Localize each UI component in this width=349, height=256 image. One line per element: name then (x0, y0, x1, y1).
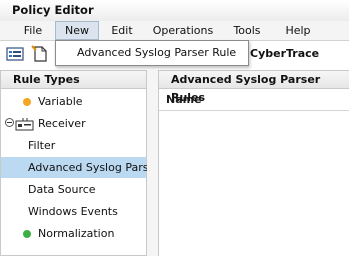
rule-types-header: Rule Types (1, 71, 146, 89)
rule-types-panel: Rule Types Variable Receiver Filter Adva… (0, 70, 155, 256)
menu-help[interactable]: Help (278, 21, 318, 40)
window-titlebar: Policy Editor (0, 0, 349, 22)
window-title: Policy Editor (12, 3, 94, 17)
menu-file[interactable]: File (18, 21, 48, 40)
tree-item-label: Advanced Syslog Parse (28, 161, 156, 174)
new-document-icon[interactable] (30, 45, 50, 63)
green-dot-icon (23, 230, 31, 238)
tree-item-windows-events[interactable]: Windows Events (1, 201, 146, 222)
menubar: File New Edit Operations Tools Help (0, 21, 349, 41)
tree-item-advanced-syslog-parser[interactable]: Advanced Syslog Parse (1, 157, 155, 178)
column-header-name[interactable]: Name (159, 89, 349, 111)
tree-item-data-source[interactable]: Data Source (1, 179, 146, 200)
rules-panel-header: Advanced Syslog Parser Rules (159, 71, 349, 104)
tree-item-label: Receiver (38, 117, 86, 130)
brand-label: CyberTrace (250, 47, 320, 60)
tree-item-receiver[interactable]: Receiver (1, 113, 146, 134)
orange-dot-icon (23, 98, 31, 106)
tree-item-normalization[interactable]: Normalization (1, 223, 146, 244)
menu-operations[interactable]: Operations (150, 21, 216, 40)
tree-item-label: Windows Events (28, 205, 118, 218)
new-menu-dropdown: Advanced Syslog Parser Rule (55, 40, 249, 66)
menu-new[interactable]: New (55, 21, 99, 40)
tree-item-label: Normalization (38, 227, 115, 240)
menu-tools[interactable]: Tools (228, 21, 266, 40)
panel-splitter[interactable] (147, 70, 158, 256)
rules-panel: Advanced Syslog Parser Rules Name (158, 70, 349, 256)
tree-item-label: Data Source (28, 183, 96, 196)
tree-item-variable[interactable]: Variable (1, 91, 146, 112)
tree-item-label: Filter (28, 139, 56, 152)
tree-item-label: Variable (38, 95, 83, 108)
collapse-toggle-icon[interactable] (5, 118, 14, 127)
menu-item-advanced-syslog-parser-rule[interactable]: Advanced Syslog Parser Rule (57, 43, 245, 62)
tree-item-filter[interactable]: Filter (1, 135, 146, 156)
menu-edit[interactable]: Edit (104, 21, 140, 40)
policy-list-icon[interactable] (5, 45, 25, 63)
